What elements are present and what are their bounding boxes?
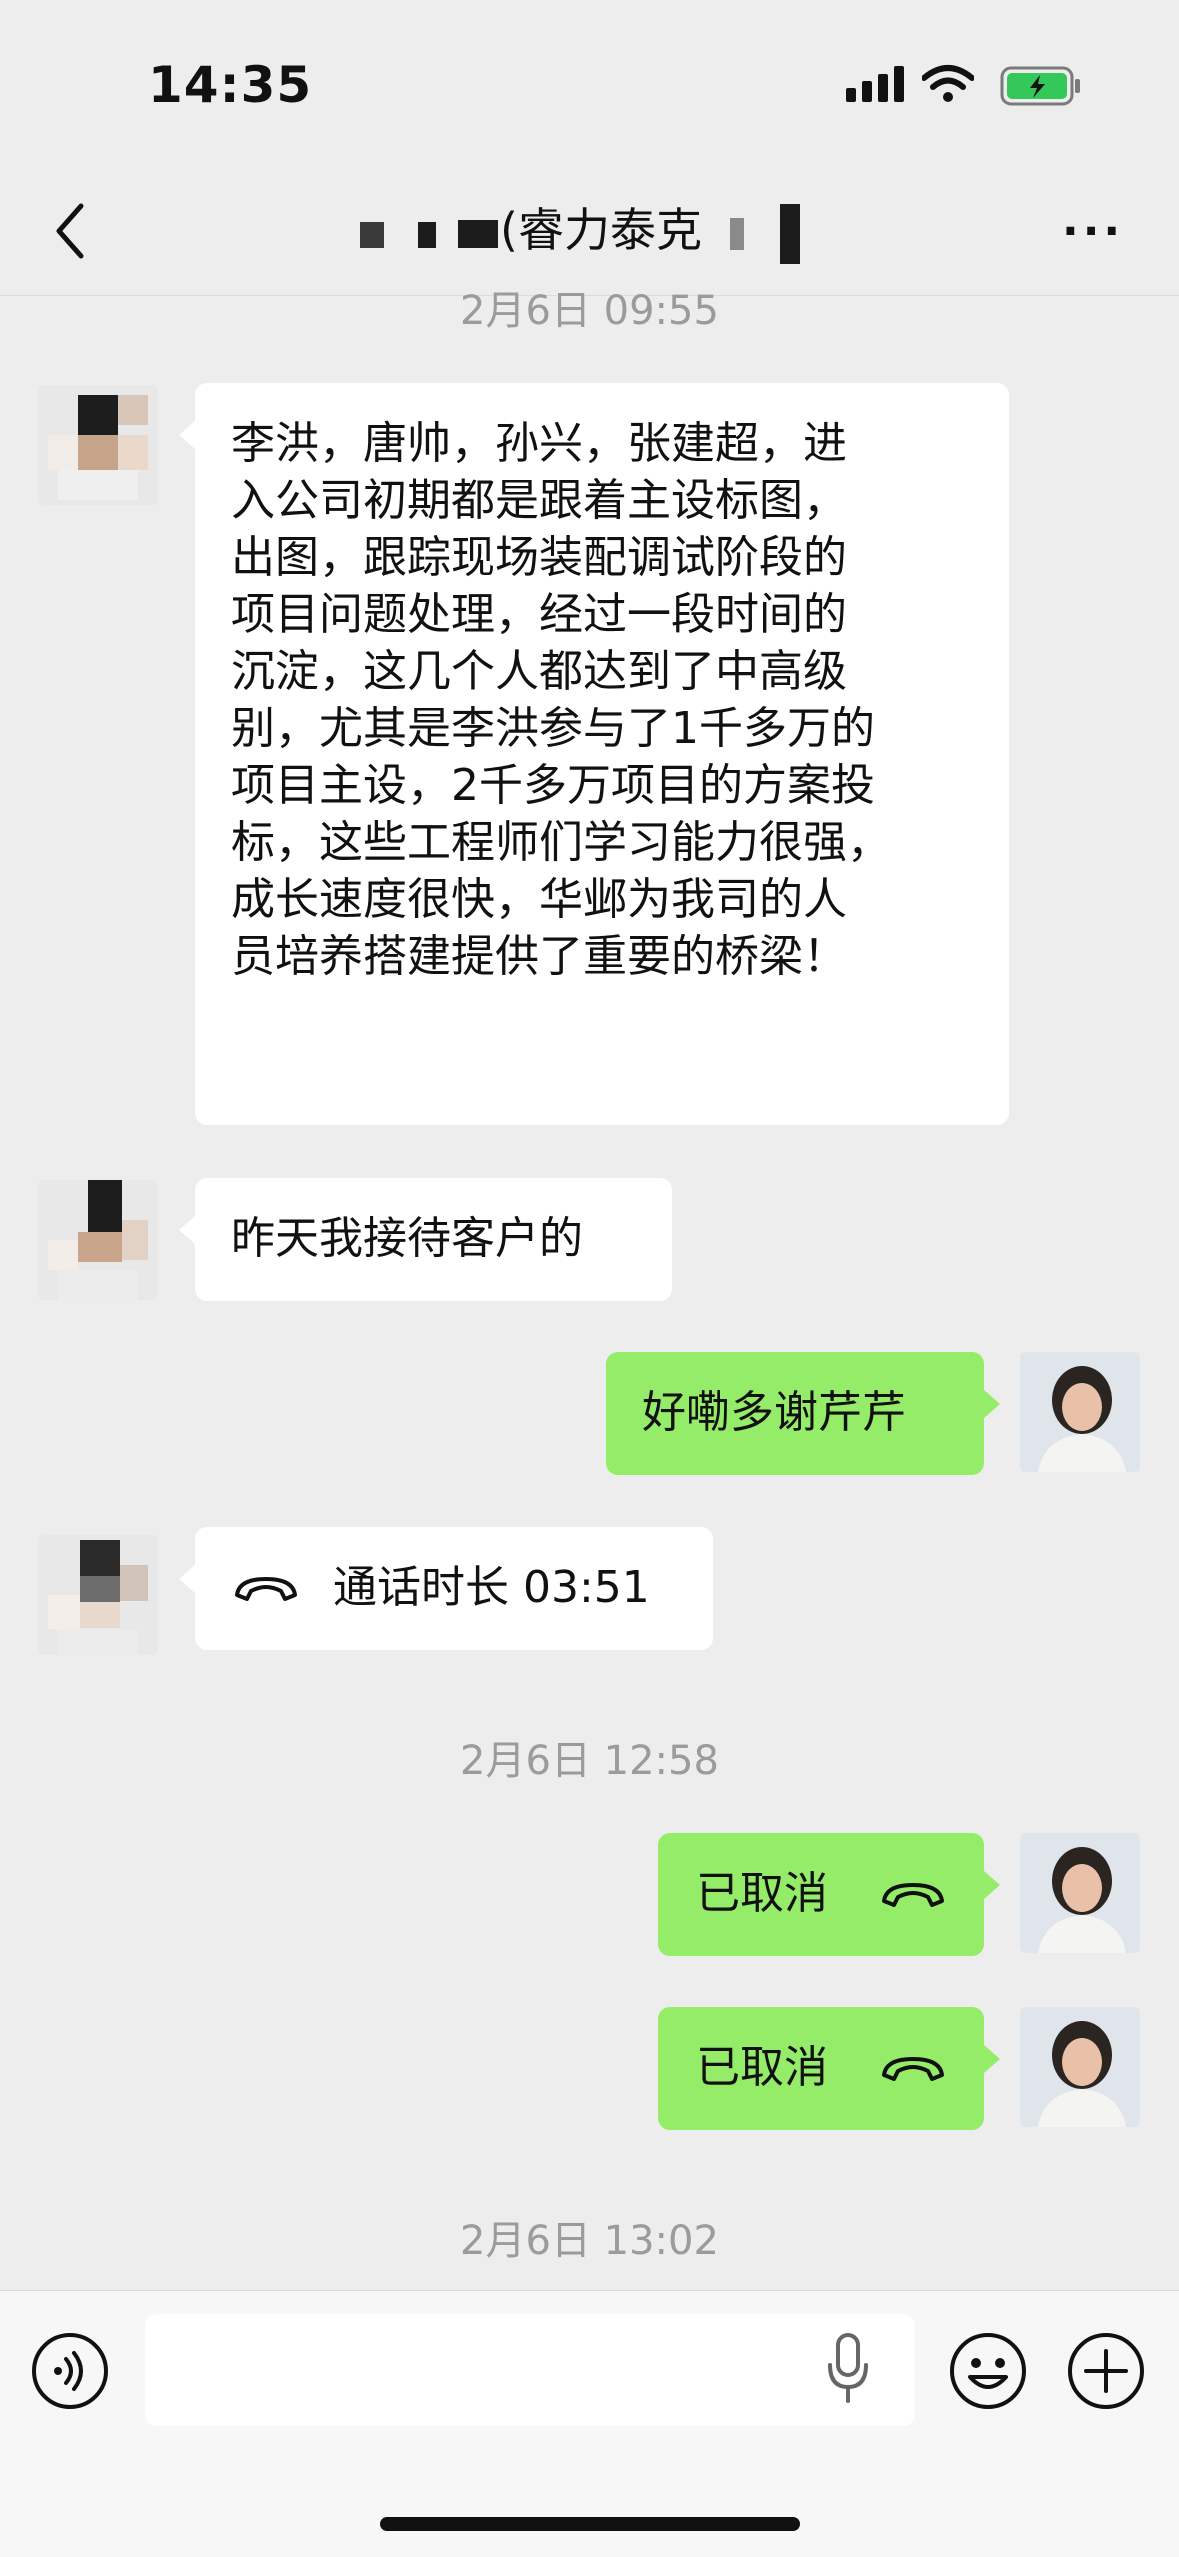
message-bubble[interactable]: 昨天我接待客户的 [179, 1178, 672, 1301]
contact-avatar[interactable] [38, 385, 158, 505]
chat-title: (睿力泰克 [500, 203, 702, 257]
emoji-icon[interactable] [948, 2331, 1028, 2411]
call-record-bubble-self[interactable]: 已取消 [658, 2007, 1000, 2130]
title-redaction-2 [418, 222, 436, 248]
timestamp: 2月6日 13:02 [460, 2218, 719, 2264]
title-redaction-4 [730, 218, 744, 250]
user-avatar-image [1020, 1352, 1140, 1472]
signal-icon [846, 66, 904, 102]
message-bubble[interactable]: 李洪，唐帅，孙兴，张建超，进 入公司初期都是跟着主设标图， 出图，跟踪现场装配调… [179, 383, 1009, 1125]
call-record-bubble[interactable]: 通话时长 03:51 [179, 1527, 713, 1650]
call-status: 已取消 [696, 2042, 828, 2093]
message-text: 李洪，唐帅，孙兴，张建超，进 入公司初期都是跟着主设标图， 出图，跟踪现场装配调… [231, 418, 891, 982]
call-duration: 通话时长 03:51 [333, 1562, 650, 1613]
contact-avatar[interactable] [38, 1535, 158, 1655]
battery-icon [1000, 66, 1080, 106]
phone-icon [882, 2057, 944, 2081]
phone-icon [235, 1577, 297, 1601]
timestamp: 2月6日 09:55 [460, 288, 719, 334]
title-redaction-5 [780, 204, 800, 264]
mic-icon[interactable] [825, 2329, 871, 2409]
title-redaction-1 [360, 222, 384, 248]
message-text: 好嘞多谢芹芹 [642, 1387, 906, 1438]
call-record-bubble-self[interactable]: 已取消 [658, 1833, 1000, 1956]
phone-icon [882, 1883, 944, 1907]
user-avatar-image [1020, 2007, 1140, 2127]
contact-avatar[interactable] [38, 1180, 158, 1300]
user-avatar-image [1020, 1833, 1140, 1953]
call-status: 已取消 [696, 1868, 828, 1919]
user-avatar[interactable] [1020, 1833, 1140, 1953]
home-indicator [380, 2517, 800, 2531]
status-bar: 14:35 [0, 0, 1179, 170]
back-icon[interactable] [45, 196, 95, 266]
more-icon[interactable]: ··· [1062, 206, 1124, 257]
message-text: 昨天我接待客户的 [231, 1213, 583, 1264]
plus-icon[interactable] [1066, 2331, 1146, 2411]
wifi-icon [922, 65, 974, 102]
input-bar [0, 2290, 1179, 2557]
user-avatar[interactable] [1020, 1352, 1140, 1472]
message-input[interactable] [145, 2314, 915, 2426]
message-bubble-self[interactable]: 好嘞多谢芹芹 [606, 1352, 1000, 1475]
status-time: 14:35 [148, 56, 313, 114]
timestamp: 2月6日 12:58 [460, 1738, 719, 1784]
title-redaction-3 [458, 220, 498, 248]
voice-icon[interactable] [30, 2331, 110, 2411]
user-avatar[interactable] [1020, 2007, 1140, 2127]
